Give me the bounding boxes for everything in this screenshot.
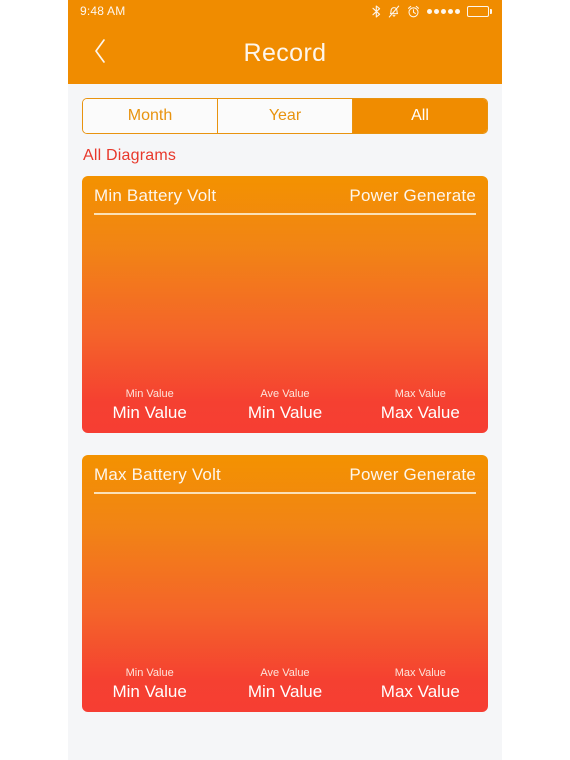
bell-slash-icon: [388, 5, 400, 18]
diagram-card-max-battery-volt[interactable]: Max Battery Volt Power Generate Min Valu…: [82, 455, 488, 712]
chart-plot-area: [94, 505, 476, 660]
bluetooth-icon: [372, 4, 381, 18]
card-header: Min Battery Volt Power Generate: [82, 176, 488, 206]
section-title: All Diagrams: [83, 147, 177, 164]
stat-label: Ave Value: [260, 388, 310, 400]
segment-all[interactable]: All: [353, 99, 487, 133]
diagram-cards-list: Min Battery Volt Power Generate Min Valu…: [68, 176, 502, 712]
stat-min: Min Value Min Value: [82, 666, 217, 702]
stat-value: Max Value: [380, 403, 460, 422]
stat-value: Min Value: [247, 403, 323, 422]
page-title: Record: [243, 38, 327, 67]
card-title-right: Power Generate: [349, 186, 476, 205]
stat-value: Max Value: [380, 682, 460, 701]
stat-label: Min Value: [125, 667, 174, 679]
segment-year[interactable]: Year: [218, 99, 353, 133]
stat-label: Min Value: [125, 388, 174, 400]
stat-ave: Ave Value Min Value: [217, 666, 352, 702]
segment-month[interactable]: Month: [83, 99, 218, 133]
battery-icon: [467, 5, 492, 17]
status-bar: 9:48 AM: [68, 0, 502, 22]
stat-value: Min Value: [247, 682, 323, 701]
card-divider: [94, 492, 476, 494]
stat-label: Max Value: [394, 667, 446, 679]
stat-min: Min Value Min Value: [82, 387, 217, 423]
stat-label: Max Value: [394, 388, 446, 400]
stat-value: Min Value: [112, 403, 187, 422]
card-stats: Min Value Min Value Ave Value Min Value …: [82, 387, 488, 423]
stat-max: Max Value Max Value: [353, 666, 488, 702]
nav-bar: Record: [68, 22, 502, 84]
period-segmented-control[interactable]: Month Year All: [82, 98, 488, 134]
diagram-card-min-battery-volt[interactable]: Min Battery Volt Power Generate Min Valu…: [82, 176, 488, 433]
stat-label: Ave Value: [260, 667, 310, 679]
chart-plot-area: [94, 226, 476, 381]
card-title-left: Max Battery Volt: [94, 465, 221, 484]
status-bar-icons: [372, 4, 492, 18]
status-bar-time: 9:48 AM: [80, 4, 126, 18]
chevron-left-icon: [93, 38, 107, 69]
phone-viewport: 9:48 AM Record Month Year All All Diagra…: [68, 0, 502, 760]
alarm-clock-icon: [407, 5, 420, 18]
back-button[interactable]: [78, 22, 122, 84]
signal-dots-icon: [427, 8, 460, 14]
card-title-right: Power Generate: [349, 465, 476, 484]
stat-value: Min Value: [112, 682, 187, 701]
card-title-left: Min Battery Volt: [94, 186, 217, 205]
stat-max: Max Value Max Value: [353, 387, 488, 423]
card-header: Max Battery Volt Power Generate: [82, 455, 488, 485]
stat-ave: Ave Value Min Value: [217, 387, 352, 423]
card-divider: [94, 213, 476, 215]
card-stats: Min Value Min Value Ave Value Min Value …: [82, 666, 488, 702]
